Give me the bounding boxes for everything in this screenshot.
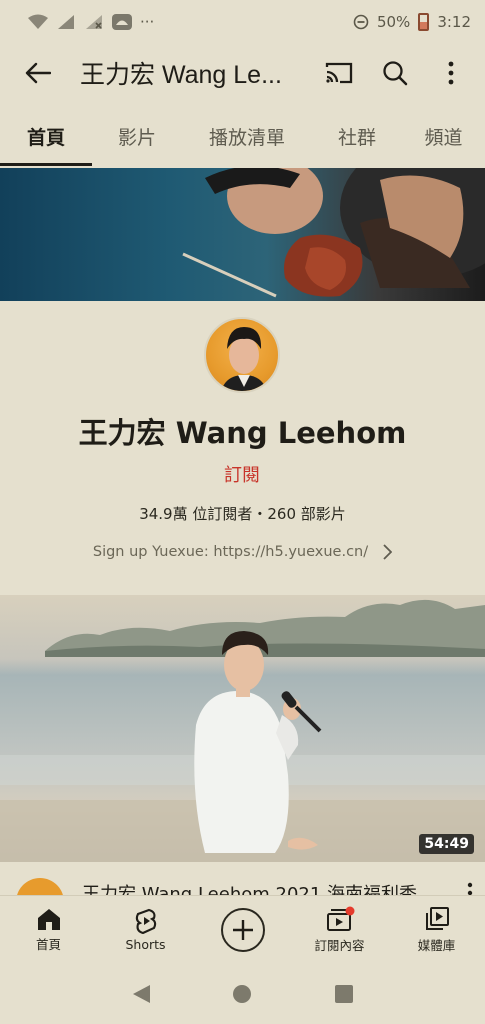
cast-icon: [325, 62, 353, 84]
no-signal-icon: [86, 15, 102, 29]
status-bar: ··· 50% 3:12: [0, 0, 485, 44]
nav-shorts-label: Shorts: [125, 936, 166, 952]
system-navigation: [0, 963, 485, 1024]
shorts-icon: [135, 908, 156, 934]
back-button[interactable]: [10, 45, 66, 101]
more-options-button[interactable]: [427, 49, 475, 97]
video-thumbnail-image: [0, 599, 485, 862]
do-not-disturb-icon: [353, 14, 369, 30]
app-bar: 王力宏 Wang Le...: [0, 44, 485, 102]
banner-image: [182, 168, 485, 298]
more-vert-icon: [448, 61, 454, 85]
cast-button[interactable]: [315, 49, 363, 97]
featured-video-thumbnail[interactable]: 54:49: [0, 595, 485, 862]
subscribe-button[interactable]: 訂閱: [192, 461, 292, 491]
nav-library-label: 媒體庫: [417, 937, 456, 953]
nav-subscriptions-label: 訂閱內容: [314, 937, 365, 953]
tab-home[interactable]: 首頁: [0, 106, 92, 166]
video-meta: 王力宏 Wang Leehom 2021 海南福利秀: [0, 868, 485, 898]
nav-home[interactable]: 首頁: [0, 896, 97, 963]
search-button[interactable]: [371, 49, 419, 97]
channel-avatar[interactable]: [204, 317, 280, 393]
wifi-icon: [28, 14, 48, 29]
nav-shorts[interactable]: Shorts: [97, 896, 194, 963]
nav-library[interactable]: 媒體庫: [388, 896, 485, 963]
status-right: 50% 3:12: [353, 13, 471, 31]
nav-subscriptions[interactable]: 訂閱內容: [291, 896, 388, 963]
status-overflow: ···: [140, 13, 155, 31]
channel-stats: 34.9萬 位訂閱者・260 部影片: [139, 505, 346, 523]
clock: 3:12: [437, 13, 471, 31]
battery-percent: 50%: [376, 13, 411, 31]
channel-name: 王力宏 Wang Leehom: [78, 416, 407, 450]
library-icon: [425, 906, 449, 930]
nav-create[interactable]: [194, 896, 291, 963]
channel-link-text: Sign up Yuexue: https://h5.yuexue.cn/: [92, 544, 369, 560]
channel-banner: [0, 168, 485, 301]
arrow-back-icon: [25, 62, 51, 84]
channel-tabs: 首頁 影片 播放清單 社群 頻道: [0, 106, 485, 166]
system-recents-icon[interactable]: [333, 983, 355, 1005]
subscriptions-icon: [326, 906, 354, 931]
channel-link[interactable]: Sign up Yuexue: https://h5.yuexue.cn/: [0, 538, 485, 566]
app-bar-actions: [315, 44, 475, 102]
create-button[interactable]: [220, 907, 265, 952]
system-back-icon[interactable]: [130, 983, 152, 1005]
home-icon: [37, 908, 60, 930]
tab-videos[interactable]: 影片: [92, 106, 182, 166]
channel-title: 王力宏 Wang Le...: [80, 61, 282, 89]
tab-channels[interactable]: 頻道: [402, 106, 485, 166]
battery-icon: [418, 13, 430, 31]
search-icon: [383, 61, 408, 86]
chevron-right-icon: [383, 544, 393, 560]
system-home-icon[interactable]: [231, 983, 253, 1005]
create-icon: [232, 919, 253, 940]
status-left: ···: [28, 13, 154, 31]
bottom-navigation: 首頁 Shorts 訂閱內容 媒體庫: [0, 895, 485, 963]
tab-community[interactable]: 社群: [312, 106, 402, 166]
signal-icon: [58, 15, 74, 29]
avatar-image: [221, 327, 267, 391]
tab-playlists[interactable]: 播放清單: [182, 106, 312, 166]
nav-home-label: 首頁: [35, 936, 61, 952]
video-duration: 54:49: [419, 834, 474, 854]
app-notification-icon: [112, 14, 132, 30]
